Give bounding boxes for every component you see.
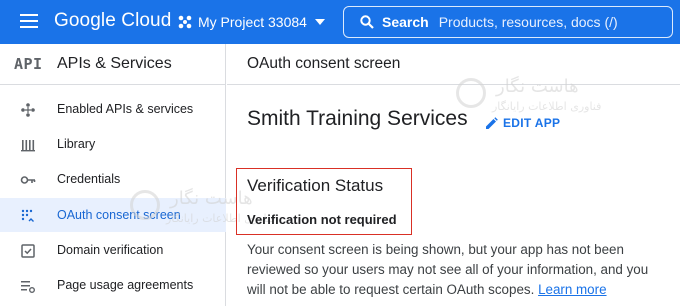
sidebar-title: APIs & Services bbox=[57, 55, 172, 72]
project-name: My Project 33084 bbox=[198, 14, 307, 30]
search-input[interactable]: Products, resources, docs (/) bbox=[439, 14, 618, 30]
app-name: Smith Training Services bbox=[247, 107, 468, 130]
sidebar-item-domain-verification[interactable]: Domain verification bbox=[0, 233, 226, 267]
consent-grid-icon bbox=[21, 209, 34, 222]
library-icon bbox=[21, 140, 35, 152]
search-bar[interactable]: Search Products, resources, docs (/) bbox=[343, 6, 673, 38]
menu-icon[interactable] bbox=[20, 14, 38, 28]
chevron-down-icon bbox=[314, 19, 325, 25]
sidebar-item-page-usage[interactable]: Page usage agreements bbox=[0, 268, 226, 302]
project-icon bbox=[178, 15, 192, 29]
watermark-ring-icon bbox=[456, 78, 486, 108]
sidebar-header: API APIs & Services bbox=[0, 44, 226, 85]
key-icon bbox=[20, 176, 36, 184]
sidebar-item-label: Library bbox=[57, 137, 96, 151]
page-header: OAuth consent screen bbox=[227, 44, 680, 85]
watermark-ring-icon bbox=[130, 190, 160, 220]
sidebar-item-library[interactable]: Library bbox=[0, 127, 226, 161]
verification-description: Your consent screen is being shown, but … bbox=[247, 240, 667, 300]
edit-app-label: EDIT APP bbox=[503, 116, 561, 130]
page-title: OAuth consent screen bbox=[247, 55, 401, 72]
top-app-bar: Google Cloud My Project 33084 Search Pro… bbox=[0, 0, 680, 44]
api-logo: API bbox=[14, 55, 43, 73]
sidebar-item-label: Domain verification bbox=[57, 243, 164, 257]
sidebar-item-label: Enabled APIs & services bbox=[57, 102, 194, 116]
brand-logo[interactable]: Google Cloud bbox=[54, 10, 171, 32]
verification-title: Verification Status bbox=[247, 176, 384, 195]
pencil-icon bbox=[486, 116, 498, 129]
sidebar-item-label: OAuth consent screen bbox=[57, 208, 181, 222]
watermark-text: هاست نگار bbox=[496, 76, 579, 97]
sidebar-item-label: Page usage agreements bbox=[57, 278, 194, 292]
sidebar: API APIs & Services Enabled APIs & servi… bbox=[0, 44, 226, 306]
edit-app-button[interactable]: EDIT APP bbox=[485, 116, 560, 130]
search-icon bbox=[360, 15, 374, 29]
search-label: Search bbox=[382, 14, 429, 30]
checkbox-icon bbox=[21, 244, 35, 258]
watermark-subtext: فناوری اطلاعات رایانگار bbox=[492, 100, 602, 113]
settings-list-icon bbox=[21, 281, 35, 293]
sidebar-item-label: Credentials bbox=[57, 172, 121, 186]
learn-more-link[interactable]: Learn more bbox=[538, 282, 606, 297]
verification-status: Verification not required bbox=[247, 212, 397, 227]
project-picker[interactable]: My Project 33084 bbox=[178, 11, 331, 33]
diamond-icon bbox=[21, 103, 35, 117]
sidebar-item-enabled-apis[interactable]: Enabled APIs & services bbox=[0, 92, 226, 126]
